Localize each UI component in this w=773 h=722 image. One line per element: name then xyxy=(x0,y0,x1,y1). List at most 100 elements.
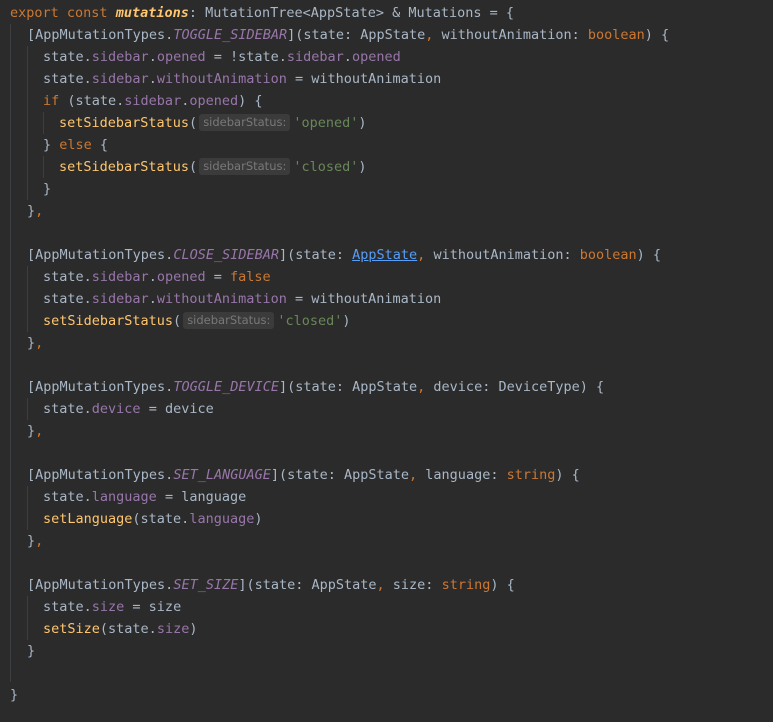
code-line-4[interactable]: state.sidebar.withoutAnimation = without… xyxy=(43,68,441,90)
code-text: = device xyxy=(140,401,214,417)
code-text: ](state: AppState xyxy=(238,577,377,593)
code-text: } xyxy=(43,181,52,197)
indent-guide xyxy=(27,266,28,332)
code-line-7[interactable]: } else { xyxy=(43,134,108,156)
code-line-1[interactable]: export const mutations: MutationTree<App… xyxy=(10,2,514,24)
property: sidebar xyxy=(91,71,149,87)
constant-toggle-device: TOGGLE_DEVICE xyxy=(173,379,279,395)
property: sidebar xyxy=(124,93,182,109)
code-line-24[interactable]: setLanguage(state.language) xyxy=(43,508,262,530)
code-text: ) xyxy=(358,159,367,175)
code-text: } xyxy=(27,643,36,659)
property: withoutAnimation xyxy=(156,71,287,87)
code-text: . xyxy=(148,269,157,285)
code-text: = withoutAnimation xyxy=(286,291,442,307)
function-call: setSize xyxy=(43,621,100,637)
keyword: const xyxy=(66,5,108,21)
code-text: [AppMutationTypes. xyxy=(27,247,174,263)
constant-set-size: SET_SIZE xyxy=(173,577,239,593)
indent-guide xyxy=(10,24,11,682)
code-text: ](state: AppState xyxy=(270,467,410,483)
string-literal: 'opened' xyxy=(293,115,359,131)
punct: , xyxy=(376,577,385,593)
code-text: ](state: AppState xyxy=(287,27,426,43)
constant-close-sidebar: CLOSE_SIDEBAR xyxy=(173,247,279,263)
code-text: ) xyxy=(254,511,263,527)
code-text: ) { xyxy=(644,27,670,43)
code-text: = xyxy=(205,269,230,285)
code-line-23[interactable]: state.language = language xyxy=(43,486,246,508)
code-line-28[interactable]: state.size = size xyxy=(43,596,181,618)
code-line-6[interactable]: setSidebarStatus(sidebarStatus:'opened') xyxy=(59,112,367,134)
code-line-22[interactable]: [AppMutationTypes.SET_LANGUAGE](state: A… xyxy=(27,464,580,486)
code-line-18[interactable]: [AppMutationTypes.TOGGLE_DEVICE](state: … xyxy=(27,376,604,398)
code-text: } xyxy=(10,687,19,703)
code-line-20[interactable]: }, xyxy=(27,420,43,442)
property: opened xyxy=(156,269,206,285)
property: opened xyxy=(189,93,239,109)
code-text: = !state. xyxy=(205,49,287,65)
property: sidebar xyxy=(91,269,149,285)
code-line-9[interactable]: } xyxy=(43,178,51,200)
code-text: ) { xyxy=(490,577,515,593)
code-text: ) { xyxy=(555,467,580,483)
punct: , xyxy=(35,335,44,351)
code-text: . xyxy=(148,71,157,87)
code-text: ) { xyxy=(238,93,263,109)
code-line-12[interactable]: [AppMutationTypes.CLOSE_SIDEBAR](state: … xyxy=(27,244,661,266)
code-text: ) { xyxy=(636,247,662,263)
punct: , xyxy=(409,467,418,483)
code-line-29[interactable]: setSize(state.size) xyxy=(43,618,197,640)
code-line-2[interactable]: [AppMutationTypes.TOGGLE_SIDEBAR](state:… xyxy=(27,24,669,46)
constant-toggle-sidebar: TOGGLE_SIDEBAR xyxy=(173,27,288,43)
code-editor[interactable]: export const mutations: MutationTree<App… xyxy=(0,0,773,722)
function-call: setSidebarStatus xyxy=(59,115,190,131)
code-line-15[interactable]: setSidebarStatus(sidebarStatus:'closed') xyxy=(43,310,351,332)
code-line-16[interactable]: }, xyxy=(27,332,43,354)
indent-guide xyxy=(27,46,28,200)
code-text: . xyxy=(148,291,157,307)
property: size xyxy=(156,621,190,637)
code-text: ) xyxy=(342,313,351,329)
code-line-25[interactable]: }, xyxy=(27,530,43,552)
code-line-5[interactable]: if (state.sidebar.opened) { xyxy=(43,90,263,112)
code-text: ( xyxy=(173,313,182,329)
code-text: ) xyxy=(358,115,367,131)
code-text: ( xyxy=(189,115,198,131)
code-text: . xyxy=(148,49,157,65)
function-call: setSidebarStatus xyxy=(43,313,174,329)
code-text: state. xyxy=(43,291,92,307)
code-line-30[interactable]: } xyxy=(27,640,35,662)
identifier-mutations: mutations xyxy=(115,5,189,21)
code-text: language: xyxy=(417,467,507,483)
code-text: { xyxy=(91,137,109,153)
function-call: setLanguage xyxy=(43,511,133,527)
code-text: size: xyxy=(384,577,442,593)
indent-guide xyxy=(27,398,28,420)
code-line-27[interactable]: [AppMutationTypes.SET_SIZE](state: AppSt… xyxy=(27,574,515,596)
code-line-8[interactable]: setSidebarStatus(sidebarStatus:'closed') xyxy=(59,156,367,178)
code-text: device: DeviceType) { xyxy=(425,379,605,395)
code-text: } xyxy=(27,203,36,219)
code-text: state. xyxy=(43,71,92,87)
punct: , xyxy=(35,423,44,439)
type-link[interactable]: AppState xyxy=(352,247,417,263)
parameter-hint: sidebarStatus: xyxy=(199,158,291,175)
code-text: [AppMutationTypes. xyxy=(27,577,174,593)
code-line-19[interactable]: state.device = device xyxy=(43,398,214,420)
code-line-14[interactable]: state.sidebar.withoutAnimation = without… xyxy=(43,288,441,310)
code-line-13[interactable]: state.sidebar.opened = false xyxy=(43,266,271,288)
code-text: state. xyxy=(43,401,92,417)
code-line-10[interactable]: }, xyxy=(27,200,43,222)
code-line-32[interactable]: } xyxy=(10,684,18,706)
punct: : xyxy=(188,5,197,21)
property: sidebar xyxy=(91,49,149,65)
punct: , xyxy=(35,203,44,219)
keyword: export xyxy=(10,5,59,21)
indent-guide xyxy=(43,112,44,134)
constant-set-language: SET_LANGUAGE xyxy=(173,467,271,483)
code-line-3[interactable]: state.sidebar.opened = !state.sidebar.op… xyxy=(43,46,401,68)
type-annotation: MutationTree<AppState> & Mutations = { xyxy=(205,5,514,21)
code-text: } xyxy=(27,533,36,549)
code-text: } xyxy=(43,137,60,153)
